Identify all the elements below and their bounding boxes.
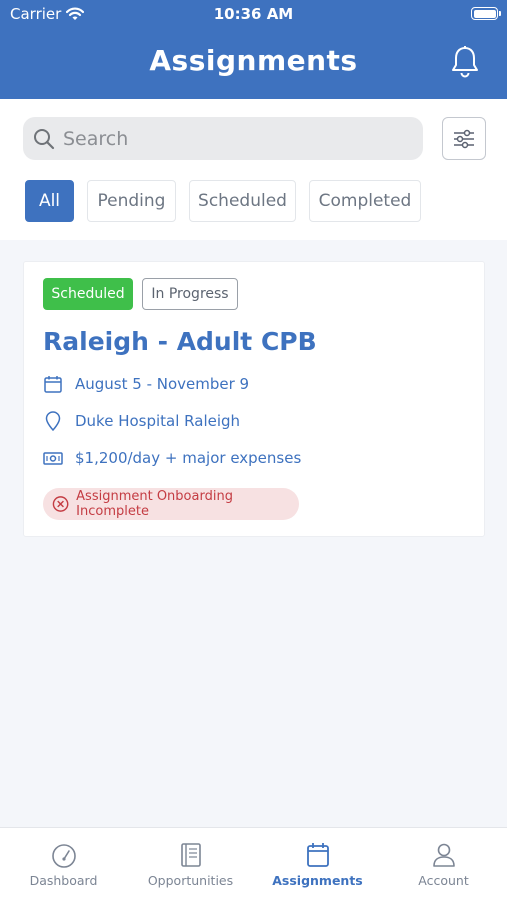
calendar-icon bbox=[306, 843, 329, 867]
status-time: 10:36 AM bbox=[213, 5, 294, 23]
filter-button[interactable] bbox=[442, 117, 486, 160]
calendar-icon bbox=[44, 376, 62, 393]
search-bar[interactable] bbox=[23, 117, 423, 160]
search-input[interactable] bbox=[63, 127, 393, 150]
gauge-icon bbox=[51, 844, 76, 868]
bottom-tab-bar: Dashboard Opportunities Assignments Acco… bbox=[0, 827, 507, 900]
tabbar-account-label: Account bbox=[418, 873, 469, 888]
tab-completed[interactable]: Completed bbox=[309, 180, 421, 222]
book-icon bbox=[180, 843, 201, 867]
tab-scheduled[interactable]: Scheduled bbox=[189, 180, 296, 222]
tab-pending[interactable]: Pending bbox=[87, 180, 176, 222]
page-title: Assignments bbox=[149, 44, 358, 77]
location-text: Duke Hospital Raleigh bbox=[75, 412, 241, 430]
tabbar-account[interactable]: Account bbox=[380, 828, 507, 900]
search-icon bbox=[34, 128, 55, 149]
battery-icon bbox=[471, 7, 501, 20]
x-circle-icon bbox=[52, 496, 69, 512]
tabbar-opportunities-label: Opportunities bbox=[147, 873, 234, 888]
location-pin-icon bbox=[45, 411, 61, 431]
scheduled-badge: Scheduled bbox=[43, 278, 133, 310]
assignment-title: Raleigh - Adult CPB bbox=[43, 327, 317, 356]
onboarding-warning[interactable]: Assignment Onboarding Incomplete bbox=[43, 488, 299, 520]
assignment-dates: August 5 - November 9 bbox=[43, 374, 249, 394]
filter-bar: All Pending Scheduled Completed bbox=[0, 99, 507, 240]
money-icon bbox=[43, 452, 63, 465]
in-progress-badge: In Progress bbox=[142, 278, 238, 310]
tabbar-dashboard-label: Dashboard bbox=[29, 873, 98, 888]
assignment-location: Duke Hospital Raleigh bbox=[43, 411, 240, 431]
warning-text: Assignment Onboarding Incomplete bbox=[76, 489, 233, 519]
header: Carrier 10:36 AM Assignments bbox=[0, 0, 507, 99]
pay-text: $1,200/day + major expenses bbox=[75, 449, 302, 467]
tabbar-opportunities[interactable]: Opportunities bbox=[127, 828, 254, 900]
tab-all[interactable]: All bbox=[25, 180, 74, 222]
tabbar-assignments-label: Assignments bbox=[272, 873, 363, 888]
sliders-icon bbox=[454, 129, 474, 148]
bell-icon[interactable] bbox=[449, 45, 481, 79]
user-icon bbox=[432, 843, 455, 867]
tabbar-assignments[interactable]: Assignments bbox=[254, 828, 381, 900]
assignment-card[interactable]: Scheduled In Progress Raleigh - Adult CP… bbox=[23, 261, 485, 537]
status-bar: Carrier 10:36 AM bbox=[0, 0, 507, 28]
dates-text: August 5 - November 9 bbox=[75, 375, 250, 393]
assignment-pay: $1,200/day + major expenses bbox=[43, 448, 301, 468]
tabbar-dashboard[interactable]: Dashboard bbox=[0, 828, 127, 900]
